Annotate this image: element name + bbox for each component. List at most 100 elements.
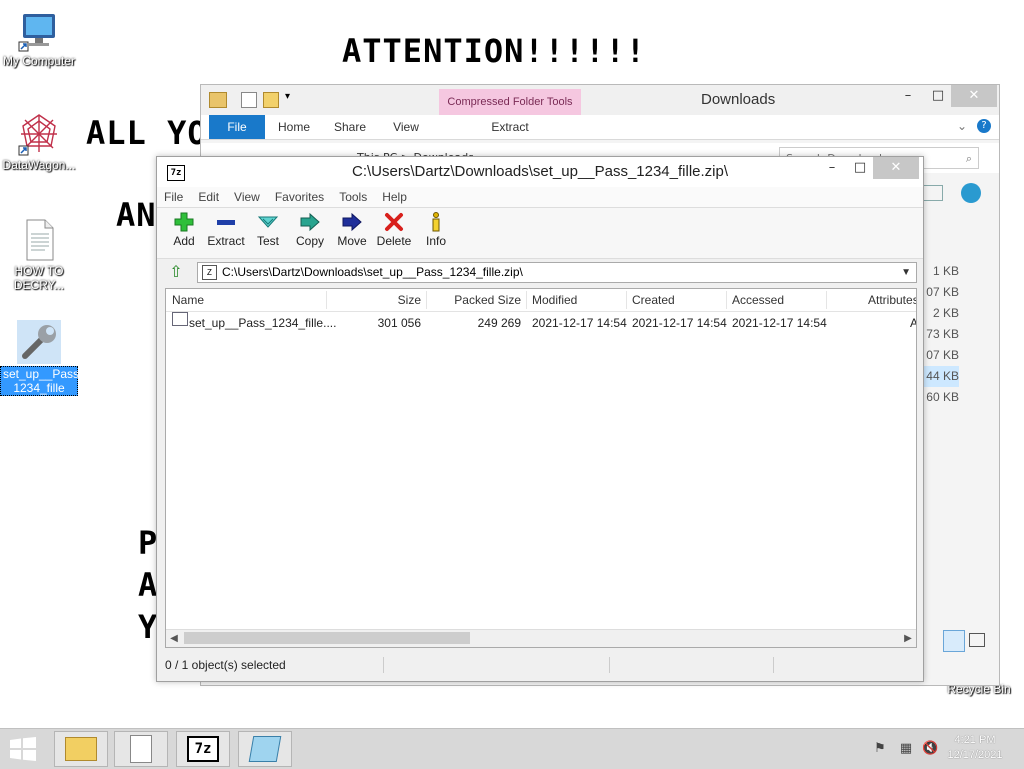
desktop-icon-setup-file[interactable]: set_up__Pass_ 1234_fille: [0, 320, 86, 396]
scroll-right-icon[interactable]: ▶: [900, 630, 916, 647]
file-size: 60 KB: [926, 390, 959, 404]
tab-home[interactable]: Home: [271, 115, 317, 139]
path-text: C:\Users\Dartz\Downloads\set_up__Pass_12…: [222, 265, 523, 279]
info-label: Info: [425, 234, 446, 248]
maximize-button[interactable]: □: [923, 85, 953, 107]
7zip-window[interactable]: 7z C:\Users\Dartz\Downloads\set_up__Pass…: [156, 156, 924, 682]
desktop-icon-my-computer[interactable]: My Computer: [0, 8, 78, 68]
7zip-titlebar[interactable]: 7z C:\Users\Dartz\Downloads\set_up__Pass…: [157, 157, 923, 187]
add-button[interactable]: Add: [163, 210, 205, 248]
help-icon[interactable]: ?: [977, 119, 991, 133]
table-row[interactable]: set_up__Pass_1234_fille.... 301 056 249 …: [166, 312, 916, 334]
column-header-created[interactable]: Created: [632, 289, 675, 311]
column-header-name[interactable]: Name: [172, 289, 204, 311]
ribbon-tabs: File Home Share View Extract ⌄ ?: [201, 115, 999, 140]
setup-wrench-icon: [17, 320, 61, 364]
path-combobox[interactable]: Z C:\Users\Dartz\Downloads\set_up__Pass_…: [197, 262, 917, 283]
minimize-button[interactable]: –: [817, 157, 847, 179]
desktop-icon-label: My Computer: [2, 54, 76, 68]
column-header-accessed[interactable]: Accessed: [732, 289, 784, 311]
globe-icon[interactable]: [961, 183, 981, 203]
taskbar-notepad[interactable]: [238, 731, 292, 767]
quick-access-icon[interactable]: [209, 92, 227, 108]
info-button[interactable]: Info: [415, 210, 457, 248]
column-header-attributes[interactable]: Attributes: [868, 289, 916, 311]
extract-button[interactable]: Extract: [205, 210, 247, 248]
file-size: 2 KB: [932, 306, 959, 320]
menu-favorites[interactable]: Favorites: [268, 187, 332, 207]
notepad-icon: [248, 736, 282, 762]
explorer-titlebar[interactable]: ▾ Compressed Folder Tools Downloads – □ …: [201, 85, 999, 115]
horizontal-scrollbar[interactable]: ◀ ▶: [166, 629, 916, 647]
tab-share[interactable]: Share: [327, 115, 373, 139]
menu-tools[interactable]: Tools: [332, 187, 375, 207]
file-size: 1 KB: [932, 264, 959, 278]
cell-modified: 2021-12-17 14:54: [532, 316, 627, 330]
search-icon: ⌕: [965, 152, 972, 165]
chevron-down-icon[interactable]: ▼: [901, 263, 911, 282]
new-folder-icon[interactable]: [263, 92, 279, 108]
file-list[interactable]: Name Size Packed Size Modified Created A…: [165, 288, 917, 648]
copy-icon: [289, 210, 331, 234]
wallpaper-heading: ATTENTION!!!!!!: [342, 32, 646, 70]
wallpaper-line-1: ALL YO: [86, 114, 208, 152]
taskbar-file-explorer[interactable]: [54, 731, 108, 767]
action-center-icon[interactable]: ⚑: [872, 741, 888, 757]
test-label: Test: [256, 234, 279, 248]
menu-file[interactable]: File: [157, 187, 191, 207]
cell-size: 301 056: [377, 316, 421, 330]
add-label: Add: [173, 234, 195, 248]
clock[interactable]: 4:21 PM 12/17/2021: [940, 733, 1010, 763]
cell-attributes: A: [910, 312, 916, 334]
cell-packed-size: 249 269: [477, 316, 521, 330]
network-icon[interactable]: ▦: [898, 741, 914, 757]
window-title: C:\Users\Dartz\Downloads\set_up__Pass_12…: [351, 163, 729, 180]
maximize-button[interactable]: □: [845, 157, 875, 179]
test-button[interactable]: Test: [247, 210, 289, 248]
scroll-left-icon[interactable]: ◀: [166, 630, 182, 647]
tab-view[interactable]: View: [383, 115, 429, 139]
volume-muted-icon[interactable]: 🔇: [922, 741, 938, 757]
details-view-icon[interactable]: [943, 630, 965, 652]
desktop-icon-how-to-decrypt[interactable]: HOW TO DECRY...: [0, 218, 78, 292]
scrollbar-thumb[interactable]: [184, 632, 470, 644]
desktop-icon-label: DataWagon...: [2, 158, 76, 172]
test-icon: [247, 210, 289, 234]
large-icons-view-icon[interactable]: [969, 633, 985, 647]
taskbar-7zip[interactable]: 7z: [176, 731, 230, 767]
minimize-button[interactable]: –: [893, 85, 923, 107]
close-button[interactable]: ✕: [951, 85, 997, 107]
chevron-down-icon[interactable]: ⌄: [957, 119, 967, 133]
view-icon[interactable]: [923, 185, 943, 201]
copy-button[interactable]: Copy: [289, 210, 331, 248]
context-tab-compressed-folder-tools[interactable]: Compressed Folder Tools: [439, 89, 581, 115]
up-folder-icon[interactable]: ⇧: [167, 263, 185, 281]
desktop-icon-datawagon[interactable]: DataWagon...: [0, 112, 78, 172]
taskbar-document[interactable]: [114, 731, 168, 767]
toolbar: Add Extract Test Copy Move Delete Info: [157, 208, 923, 259]
column-header-size[interactable]: Size: [326, 289, 421, 311]
desktop-icon-label: set_up__Pass_ 1234_fille: [0, 366, 86, 396]
menu-bar: File Edit View Favorites Tools Help: [157, 187, 923, 208]
clock-date: 12/17/2021: [947, 749, 1003, 761]
tab-file[interactable]: File: [209, 115, 265, 139]
menu-help[interactable]: Help: [375, 187, 415, 207]
cell-created: 2021-12-17 14:54: [632, 316, 727, 330]
menu-edit[interactable]: Edit: [191, 187, 227, 207]
chevron-down-icon[interactable]: ▾: [285, 91, 290, 102]
delete-button[interactable]: Delete: [373, 210, 415, 248]
file-icon: [172, 312, 188, 326]
column-header-modified[interactable]: Modified: [532, 289, 577, 311]
close-button[interactable]: ✕: [873, 157, 919, 179]
file-size: 44 KB: [923, 366, 959, 387]
properties-icon[interactable]: [241, 92, 257, 108]
status-bar: 0 / 1 object(s) selected: [165, 655, 917, 675]
menu-view[interactable]: View: [227, 187, 268, 207]
start-button[interactable]: [8, 737, 38, 761]
file-size: 73 KB: [926, 327, 959, 341]
tab-extract[interactable]: Extract: [439, 115, 581, 139]
list-header: Name Size Packed Size Modified Created A…: [166, 289, 916, 312]
computer-icon: [17, 8, 61, 52]
column-header-packed-size[interactable]: Packed Size: [426, 289, 521, 311]
move-button[interactable]: Move: [331, 210, 373, 248]
